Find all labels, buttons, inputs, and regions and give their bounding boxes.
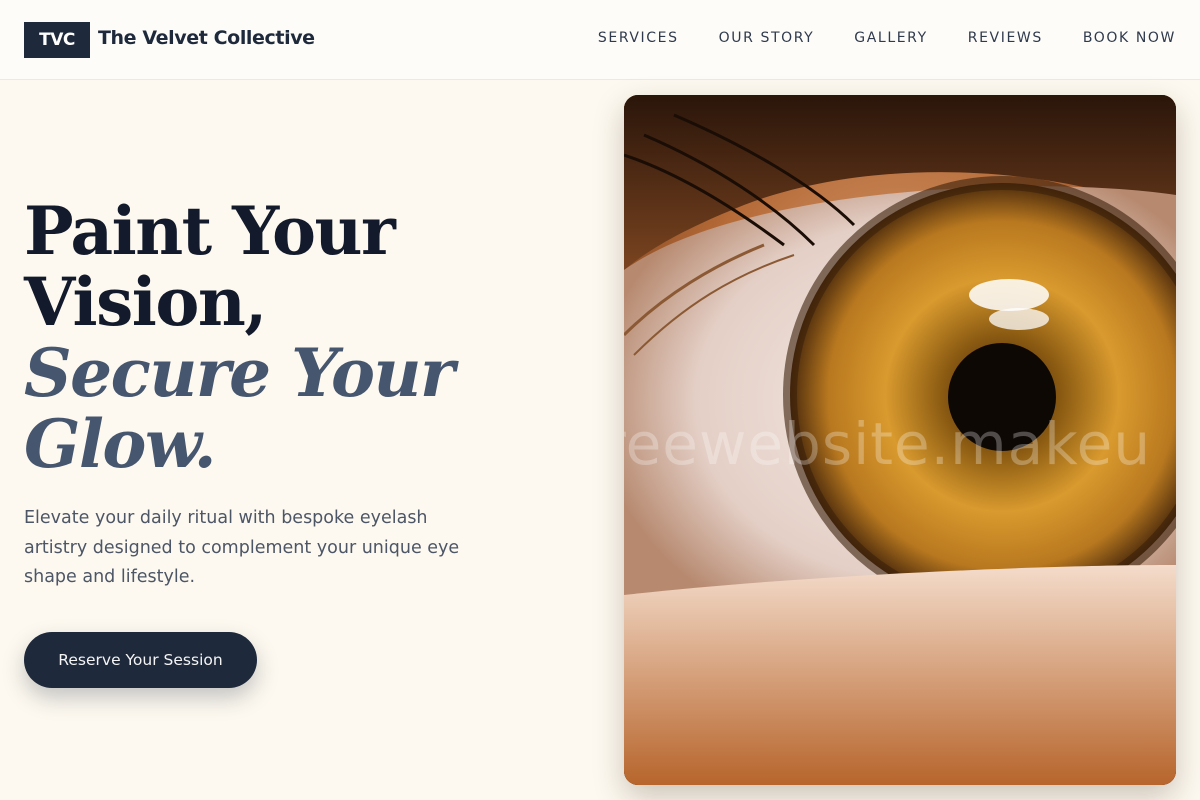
headline-line-1: Paint Your xyxy=(24,192,396,270)
main-nav: SERVICES OUR STORY GALLERY REVIEWS BOOK … xyxy=(598,30,1176,46)
hero-headline: Paint Your Vision, Secure Your Glow. xyxy=(24,196,564,480)
hero-subtext: Elevate your daily ritual with bespoke e… xyxy=(24,508,460,587)
nav-book-now[interactable]: BOOK NOW xyxy=(1083,30,1176,46)
headline-accent-1: Secure Your xyxy=(24,334,455,412)
nav-gallery[interactable]: GALLERY xyxy=(854,30,927,46)
hero-eye-image: reewebsite.makeu xyxy=(624,95,1176,785)
headline-accent-2: Glow. xyxy=(24,405,217,483)
headline-line-2: Vision, xyxy=(24,263,267,341)
reserve-session-button[interactable]: Reserve Your Session xyxy=(24,632,257,688)
site-header: TVC The Velvet Collective SERVICES OUR S… xyxy=(0,0,1200,80)
logo-badge[interactable]: TVC xyxy=(24,22,90,58)
image-watermark: reewebsite.makeu xyxy=(624,410,1152,478)
brand-name[interactable]: The Velvet Collective xyxy=(98,27,315,49)
nav-reviews[interactable]: REVIEWS xyxy=(968,30,1043,46)
nav-services[interactable]: SERVICES xyxy=(598,30,679,46)
nav-our-story[interactable]: OUR STORY xyxy=(719,30,815,46)
